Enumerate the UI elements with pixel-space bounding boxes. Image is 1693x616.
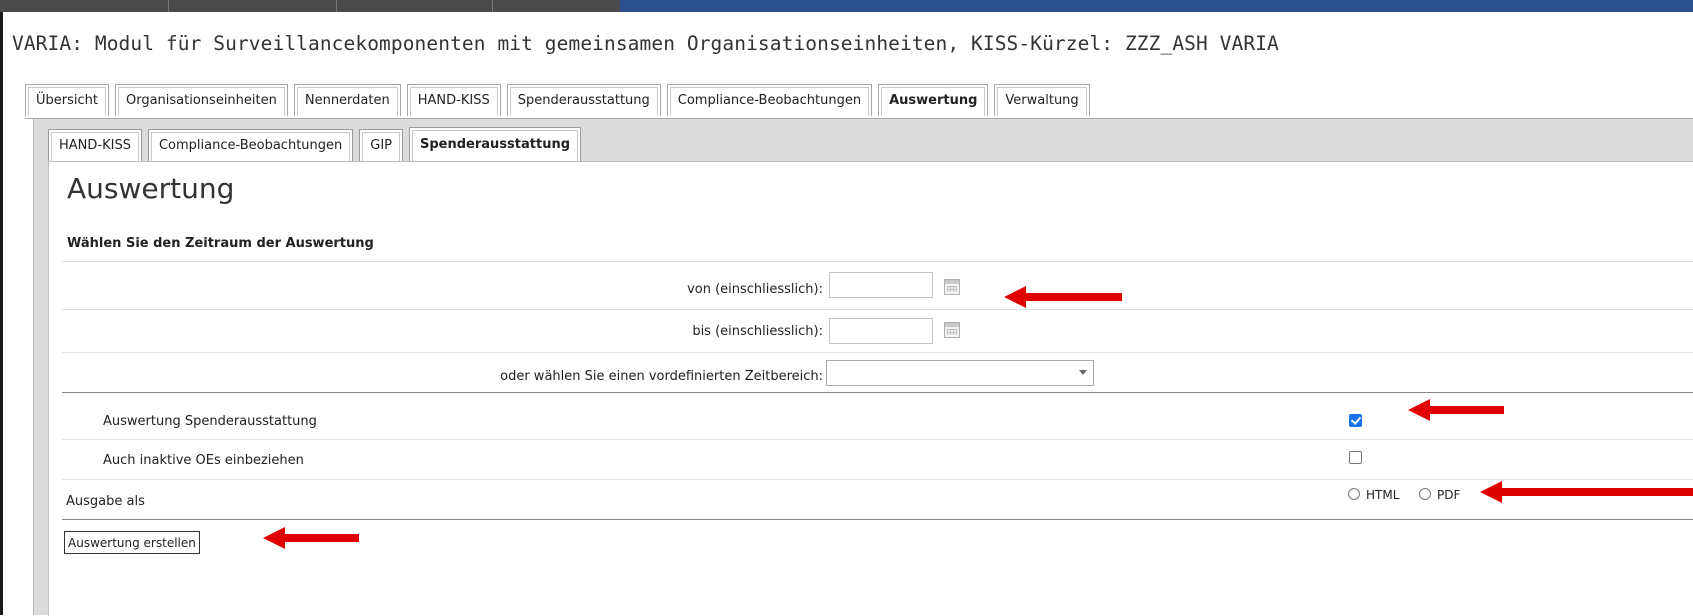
content-area [48,161,1693,616]
tab-auswertung[interactable]: Auswertung [878,84,989,116]
row-divider [62,352,1693,353]
row-divider [62,439,1693,440]
top-window-bar [0,0,1693,12]
predefined-range-select[interactable] [826,360,1094,386]
output-format-label: Ausgabe als [66,494,145,509]
radio-pdf-label: PDF [1437,488,1461,502]
tab-nennerdaten[interactable]: Nennerdaten [293,84,401,116]
annotation-arrow [1408,399,1504,421]
option-spender-label: Auswertung Spenderausstattung [103,414,317,429]
top-bar-dark-segment [0,0,620,12]
radio-html[interactable] [1348,488,1360,500]
window-left-border [0,12,3,615]
tab-hand-kiss[interactable]: HAND-KISS [406,84,501,116]
top-bar-divider [492,0,493,12]
to-date-label: bis (einschliesslich): [692,324,823,339]
section-divider [62,392,1693,393]
tab-compliance-beobachtungen[interactable]: Compliance-Beobachtungen [666,84,873,116]
create-report-button[interactable]: Auswertung erstellen [64,531,200,554]
tab-uebersicht[interactable]: Übersicht [25,84,109,116]
radio-pdf[interactable] [1419,488,1431,500]
annotation-arrow [1480,481,1693,503]
subtab-compliance-beobachtungen[interactable]: Compliance-Beobachtungen [147,129,354,161]
subtab-hand-kiss[interactable]: HAND-KISS [48,129,142,161]
row-divider [62,261,1693,262]
content-heading: Auswertung [67,172,235,205]
chevron-down-icon [1079,370,1087,375]
radio-html-label: HTML [1366,488,1400,502]
page-title: VARIA: Modul für Surveillancekomponenten… [12,32,1279,55]
row-divider [62,309,1693,310]
section-title: Wählen Sie den Zeitraum der Auswertung [67,236,374,251]
option-spender-checkbox[interactable] [1349,414,1362,427]
annotation-arrow [1004,286,1122,308]
option-inactive-label: Auch inaktive OEs einbeziehen [103,453,304,468]
from-date-label: von (einschliesslich): [687,282,823,297]
section-divider [62,519,1693,520]
from-date-input[interactable] [829,272,933,298]
top-bar-divider [168,0,169,12]
calendar-icon[interactable] [944,322,960,338]
to-date-input[interactable] [829,318,933,344]
top-bar-divider [336,0,337,12]
tab-verwaltung[interactable]: Verwaltung [994,84,1090,116]
subtab-gip[interactable]: GIP [359,129,404,161]
predefined-range-label: oder wählen Sie einen vordefinierten Zei… [500,369,823,384]
option-inactive-checkbox[interactable] [1349,451,1362,464]
calendar-icon[interactable] [944,279,960,295]
tab-spenderausstattung[interactable]: Spenderausstattung [506,84,661,116]
main-tab-bar: Übersicht Organisationseinheiten Nennerd… [25,84,1096,120]
row-divider [62,479,1693,480]
subtab-spenderausstattung[interactable]: Spenderausstattung [409,127,582,161]
annotation-arrow [263,527,359,549]
tab-organisationseinheiten[interactable]: Organisationseinheiten [114,84,288,116]
sub-tab-bar: HAND-KISS Compliance-Beobachtungen GIP S… [48,127,587,161]
top-bar-blue-segment [620,0,1693,12]
